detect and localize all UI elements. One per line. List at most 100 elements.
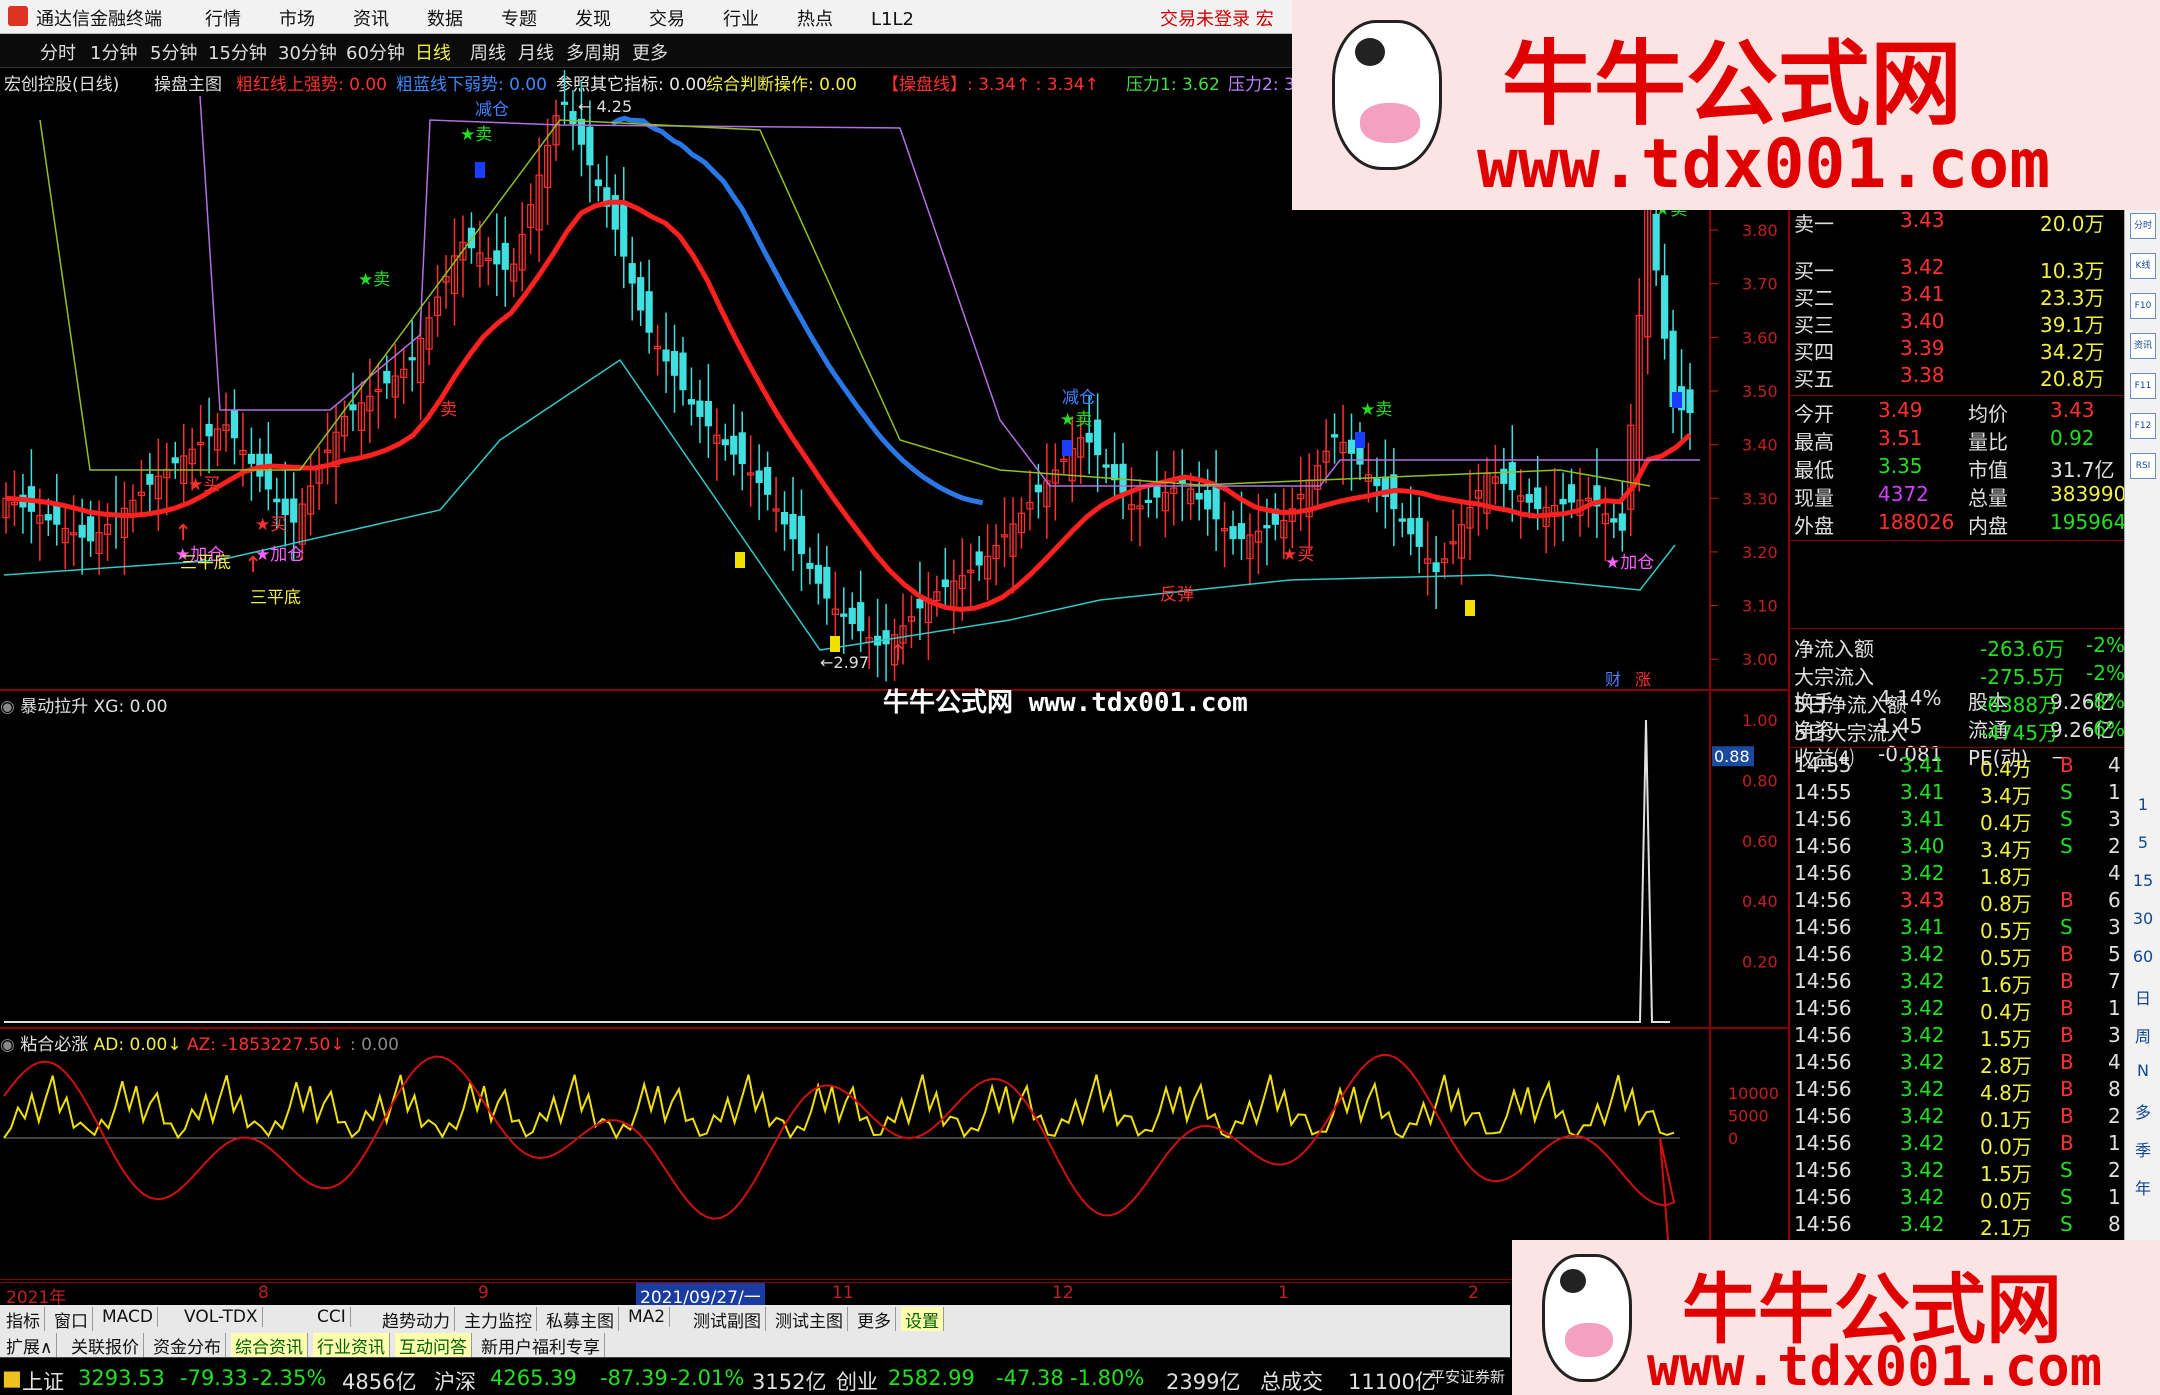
collapse-icon[interactable]: ◉ (0, 1035, 15, 1055)
sidebar-period[interactable]: 年 (2125, 1175, 2160, 1199)
bottom-tab[interactable]: 主力监控 (460, 1307, 537, 1332)
order-book-row: 买一 3.42 10.3万 (1790, 255, 2126, 283)
book-price: 3.40 (1900, 309, 1945, 333)
sub1-y-label: 0.40 (1742, 892, 1778, 911)
tick-time: 14:56 (1794, 969, 1852, 993)
sidebar-tool-icon[interactable]: RSI (2130, 453, 2156, 479)
bottom-tab[interactable]: 关联报价 (67, 1333, 144, 1358)
candle-body (975, 551, 983, 566)
y-tick-label: 3.00 (1742, 650, 1778, 669)
sidebar-tool-icon[interactable]: F12 (2130, 413, 2156, 439)
candle-body (764, 467, 772, 495)
book-level: 卖一 (1794, 212, 1834, 236)
tick-count: 6 (2108, 888, 2121, 912)
stat-value: 3.51 (1878, 426, 1923, 450)
flow-percent: -2% (2086, 633, 2125, 657)
stat-value: 3.43 (2050, 398, 2095, 422)
sidebar-period[interactable]: 30 (2125, 909, 2160, 928)
flow-label: 5日大宗流入 (1794, 721, 1907, 745)
collapse-icon[interactable]: ◉ (0, 697, 15, 717)
tick-side: S (2060, 834, 2073, 858)
bottom-tab[interactable]: 测试副图 (689, 1307, 766, 1332)
tick-side: B (2060, 753, 2074, 777)
az-line (3, 1053, 1676, 1241)
bottom-tab[interactable]: 综合资讯 (231, 1333, 308, 1358)
tick-price: 3.42 (1900, 969, 1945, 993)
tick-price: 3.42 (1900, 1185, 1945, 1209)
stat-label: 今开 (1794, 402, 1834, 426)
bottom-tab[interactable]: 资金分布 (149, 1333, 226, 1358)
candle-body (1398, 518, 1406, 522)
candle-body (205, 423, 213, 437)
tick-side: B (2060, 1077, 2074, 1101)
sidebar-tool-icon[interactable]: F10 (2130, 293, 2156, 319)
candle-body (560, 101, 569, 105)
status-item: 创业 (836, 1370, 878, 1394)
sidebar-tool-icon[interactable]: 资讯 (2130, 333, 2156, 359)
sidebar-period[interactable]: 15 (2125, 871, 2160, 890)
candle-body (1534, 487, 1542, 510)
bottom-tab[interactable]: 窗口 (50, 1307, 93, 1332)
sidebar-period[interactable]: 日 (2125, 985, 2160, 1009)
flow-percent: -2% (2086, 661, 2125, 685)
tick-price: 3.41 (1900, 780, 1945, 804)
tick-count: 1 (2108, 780, 2121, 804)
sub1-y-label: 1.00 (1742, 711, 1778, 730)
tick-count: 8 (2108, 1212, 2121, 1236)
signal-label: ★买 (1282, 545, 1314, 565)
tick-volume: 3.4万 (1980, 838, 2032, 862)
candle-body (941, 579, 949, 588)
candle-body (704, 401, 712, 427)
candle-body (493, 250, 501, 265)
candle-body (679, 352, 687, 391)
sub1-y-label: 0.20 (1742, 953, 1778, 972)
status-item: -87.39 (600, 1366, 668, 1390)
bottom-tab[interactable]: 趋势动力 (378, 1307, 455, 1332)
status-square-icon: ■ (2, 1366, 22, 1390)
sidebar-period[interactable]: 5 (2125, 833, 2160, 852)
sidebar-period[interactable]: N (2125, 1061, 2160, 1080)
candle-body (814, 564, 822, 584)
tick-volume: 0.4万 (1980, 811, 2032, 835)
candle-body (670, 351, 679, 376)
candle-body (273, 498, 281, 503)
date-label: 9 (478, 1283, 489, 1303)
bottom-tab[interactable]: 测试主图 (771, 1307, 848, 1332)
tick-time: 14:56 (1794, 1023, 1852, 1047)
watermark-middle: 牛牛公式网 www.tdx001.com (883, 688, 1248, 718)
candle-body (586, 126, 594, 166)
candle-body (349, 404, 357, 411)
sidebar-period[interactable]: 1 (2125, 795, 2160, 814)
separator (1790, 395, 2126, 396)
bottom-tab[interactable]: 新用户福利专享 (477, 1333, 605, 1358)
bottom-tab[interactable]: MACD (98, 1307, 158, 1327)
bottom-tab[interactable]: 互动问答 (395, 1333, 472, 1358)
tick-count: 2 (2108, 1104, 2121, 1128)
candle-body (1034, 484, 1043, 493)
bottom-tab[interactable]: 行业资讯 (313, 1333, 390, 1358)
bottom-tab[interactable]: 指标 (2, 1307, 45, 1332)
status-item: -79.33 (180, 1366, 248, 1390)
tick-count: 1 (2108, 1131, 2121, 1155)
signal-label: 三平底 (180, 553, 231, 573)
bottom-tab[interactable]: 设置 (901, 1307, 944, 1332)
bottom-tab[interactable]: VOL-TDX (180, 1307, 263, 1327)
sidebar-tool-icon[interactable]: K线 (2130, 253, 2156, 279)
sidebar-tool-icon[interactable]: 分时 (2130, 213, 2156, 239)
sidebar-period[interactable]: 60 (2125, 947, 2160, 966)
bottom-tab[interactable]: 扩展∧ (2, 1333, 58, 1358)
bottom-tab[interactable]: 更多 (853, 1307, 896, 1332)
sidebar-tool-icon[interactable]: F11 (2130, 373, 2156, 399)
sidebar-period[interactable]: 周 (2125, 1023, 2160, 1047)
y-tick-label: 3.10 (1742, 597, 1778, 616)
bottom-tab[interactable]: MA2 (624, 1307, 671, 1327)
sidebar-period[interactable]: 季 (2125, 1137, 2160, 1161)
sub2-title: 粘合必涨 (20, 1035, 89, 1055)
candle-body (383, 370, 391, 384)
bottom-tab[interactable]: CCI (313, 1307, 351, 1327)
sidebar-period[interactable]: 多 (2125, 1099, 2160, 1123)
tick-volume: 2.1万 (1980, 1216, 2032, 1240)
bottom-tab[interactable]: 私募主图 (542, 1307, 619, 1332)
candle-body (1500, 468, 1508, 484)
candle-body (264, 453, 272, 490)
